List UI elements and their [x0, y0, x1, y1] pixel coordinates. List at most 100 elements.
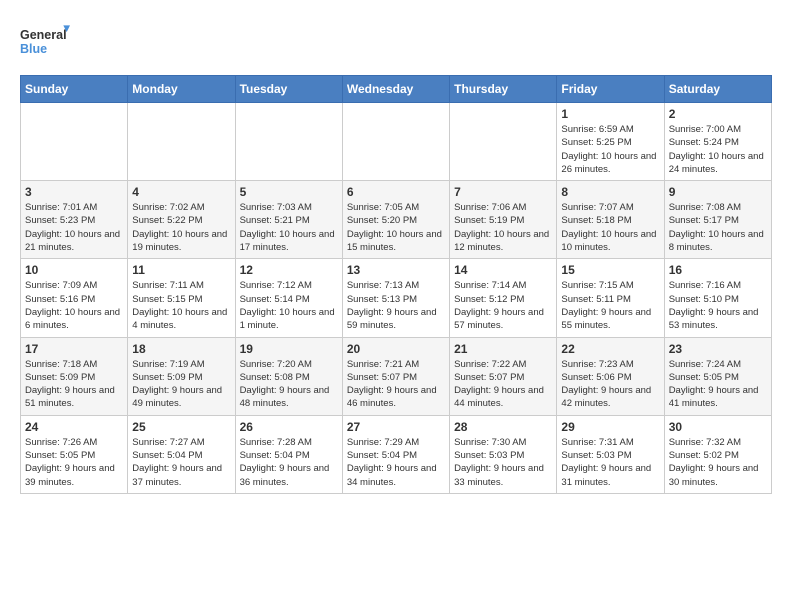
day-info: Sunrise: 7:22 AM Sunset: 5:07 PM Dayligh…	[454, 358, 552, 411]
header-cell-friday: Friday	[557, 76, 664, 103]
day-number: 1	[561, 107, 659, 121]
header-row: SundayMondayTuesdayWednesdayThursdayFrid…	[21, 76, 772, 103]
day-info: Sunrise: 7:21 AM Sunset: 5:07 PM Dayligh…	[347, 358, 445, 411]
day-cell: 8 Sunrise: 7:07 AM Sunset: 5:18 PM Daylig…	[557, 181, 664, 259]
day-number: 23	[669, 342, 767, 356]
day-cell: 25 Sunrise: 7:27 AM Sunset: 5:04 PM Dayli…	[128, 415, 235, 493]
header-cell-wednesday: Wednesday	[342, 76, 449, 103]
day-info: Sunrise: 7:30 AM Sunset: 5:03 PM Dayligh…	[454, 436, 552, 489]
day-cell: 9 Sunrise: 7:08 AM Sunset: 5:17 PM Daylig…	[664, 181, 771, 259]
day-info: Sunrise: 7:27 AM Sunset: 5:04 PM Dayligh…	[132, 436, 230, 489]
header: General Blue	[20, 20, 772, 65]
day-cell: 15 Sunrise: 7:15 AM Sunset: 5:11 PM Dayli…	[557, 259, 664, 337]
calendar-body: 1 Sunrise: 6:59 AM Sunset: 5:25 PM Daylig…	[21, 103, 772, 494]
day-info: Sunrise: 7:12 AM Sunset: 5:14 PM Dayligh…	[240, 279, 338, 332]
day-cell: 6 Sunrise: 7:05 AM Sunset: 5:20 PM Daylig…	[342, 181, 449, 259]
day-number: 25	[132, 420, 230, 434]
day-number: 14	[454, 263, 552, 277]
day-cell: 12Sunrise: 7:12 AM Sunset: 5:14 PM Dayli…	[235, 259, 342, 337]
day-info: Sunrise: 7:24 AM Sunset: 5:05 PM Dayligh…	[669, 358, 767, 411]
day-cell: 16 Sunrise: 7:16 AM Sunset: 5:10 PM Dayli…	[664, 259, 771, 337]
header-cell-thursday: Thursday	[450, 76, 557, 103]
header-cell-monday: Monday	[128, 76, 235, 103]
day-number: 22	[561, 342, 659, 356]
day-number: 2	[669, 107, 767, 121]
day-info: Sunrise: 6:59 AM Sunset: 5:25 PM Dayligh…	[561, 123, 659, 176]
day-info: Sunrise: 7:31 AM Sunset: 5:03 PM Dayligh…	[561, 436, 659, 489]
week-row: 3Sunrise: 7:01 AM Sunset: 5:23 PM Daylig…	[21, 181, 772, 259]
day-cell: 30 Sunrise: 7:32 AM Sunset: 5:02 PM Dayli…	[664, 415, 771, 493]
svg-text:General: General	[20, 28, 67, 42]
logo-svg: General Blue	[20, 20, 70, 65]
day-info: Sunrise: 7:18 AM Sunset: 5:09 PM Dayligh…	[25, 358, 123, 411]
calendar: SundayMondayTuesdayWednesdayThursdayFrid…	[20, 75, 772, 494]
day-number: 30	[669, 420, 767, 434]
day-number: 7	[454, 185, 552, 199]
day-cell: 2 Sunrise: 7:00 AM Sunset: 5:24 PM Daylig…	[664, 103, 771, 181]
calendar-header: SundayMondayTuesdayWednesdayThursdayFrid…	[21, 76, 772, 103]
day-number: 13	[347, 263, 445, 277]
day-cell	[21, 103, 128, 181]
day-cell: 20 Sunrise: 7:21 AM Sunset: 5:07 PM Dayli…	[342, 337, 449, 415]
day-info: Sunrise: 7:26 AM Sunset: 5:05 PM Dayligh…	[25, 436, 123, 489]
day-info: Sunrise: 7:08 AM Sunset: 5:17 PM Dayligh…	[669, 201, 767, 254]
week-row: 1 Sunrise: 6:59 AM Sunset: 5:25 PM Daylig…	[21, 103, 772, 181]
day-number: 29	[561, 420, 659, 434]
day-info: Sunrise: 7:20 AM Sunset: 5:08 PM Dayligh…	[240, 358, 338, 411]
header-cell-tuesday: Tuesday	[235, 76, 342, 103]
day-cell: 14Sunrise: 7:14 AM Sunset: 5:12 PM Dayli…	[450, 259, 557, 337]
day-cell: 4 Sunrise: 7:02 AM Sunset: 5:22 PM Daylig…	[128, 181, 235, 259]
day-number: 3	[25, 185, 123, 199]
day-cell: 24 Sunrise: 7:26 AM Sunset: 5:05 PM Dayli…	[21, 415, 128, 493]
day-info: Sunrise: 7:00 AM Sunset: 5:24 PM Dayligh…	[669, 123, 767, 176]
day-cell	[235, 103, 342, 181]
day-cell: 26 Sunrise: 7:28 AM Sunset: 5:04 PM Dayli…	[235, 415, 342, 493]
day-cell	[342, 103, 449, 181]
week-row: 24 Sunrise: 7:26 AM Sunset: 5:05 PM Dayli…	[21, 415, 772, 493]
day-number: 20	[347, 342, 445, 356]
day-info: Sunrise: 7:05 AM Sunset: 5:20 PM Dayligh…	[347, 201, 445, 254]
header-cell-saturday: Saturday	[664, 76, 771, 103]
day-cell: 29 Sunrise: 7:31 AM Sunset: 5:03 PM Dayli…	[557, 415, 664, 493]
day-number: 16	[669, 263, 767, 277]
svg-text:Blue: Blue	[20, 42, 47, 56]
day-info: Sunrise: 7:09 AM Sunset: 5:16 PM Dayligh…	[25, 279, 123, 332]
day-number: 6	[347, 185, 445, 199]
day-info: Sunrise: 7:28 AM Sunset: 5:04 PM Dayligh…	[240, 436, 338, 489]
day-cell: 11Sunrise: 7:11 AM Sunset: 5:15 PM Dayli…	[128, 259, 235, 337]
day-info: Sunrise: 7:13 AM Sunset: 5:13 PM Dayligh…	[347, 279, 445, 332]
day-info: Sunrise: 7:07 AM Sunset: 5:18 PM Dayligh…	[561, 201, 659, 254]
day-number: 9	[669, 185, 767, 199]
day-cell	[128, 103, 235, 181]
day-number: 8	[561, 185, 659, 199]
day-number: 27	[347, 420, 445, 434]
day-number: 5	[240, 185, 338, 199]
day-number: 19	[240, 342, 338, 356]
day-info: Sunrise: 7:29 AM Sunset: 5:04 PM Dayligh…	[347, 436, 445, 489]
day-number: 21	[454, 342, 552, 356]
day-cell: 7Sunrise: 7:06 AM Sunset: 5:19 PM Daylig…	[450, 181, 557, 259]
day-cell: 21 Sunrise: 7:22 AM Sunset: 5:07 PM Dayli…	[450, 337, 557, 415]
day-cell: 23 Sunrise: 7:24 AM Sunset: 5:05 PM Dayli…	[664, 337, 771, 415]
day-cell: 19 Sunrise: 7:20 AM Sunset: 5:08 PM Dayli…	[235, 337, 342, 415]
week-row: 17 Sunrise: 7:18 AM Sunset: 5:09 PM Dayli…	[21, 337, 772, 415]
logo: General Blue	[20, 20, 70, 65]
day-cell	[450, 103, 557, 181]
day-number: 28	[454, 420, 552, 434]
day-number: 17	[25, 342, 123, 356]
day-info: Sunrise: 7:32 AM Sunset: 5:02 PM Dayligh…	[669, 436, 767, 489]
day-info: Sunrise: 7:15 AM Sunset: 5:11 PM Dayligh…	[561, 279, 659, 332]
day-cell: 10Sunrise: 7:09 AM Sunset: 5:16 PM Dayli…	[21, 259, 128, 337]
day-number: 26	[240, 420, 338, 434]
day-cell: 28 Sunrise: 7:30 AM Sunset: 5:03 PM Dayli…	[450, 415, 557, 493]
day-cell: 1 Sunrise: 6:59 AM Sunset: 5:25 PM Daylig…	[557, 103, 664, 181]
day-info: Sunrise: 7:02 AM Sunset: 5:22 PM Dayligh…	[132, 201, 230, 254]
day-number: 15	[561, 263, 659, 277]
day-number: 11	[132, 263, 230, 277]
day-cell: 27 Sunrise: 7:29 AM Sunset: 5:04 PM Dayli…	[342, 415, 449, 493]
day-cell: 5Sunrise: 7:03 AM Sunset: 5:21 PM Daylig…	[235, 181, 342, 259]
day-number: 24	[25, 420, 123, 434]
day-info: Sunrise: 7:16 AM Sunset: 5:10 PM Dayligh…	[669, 279, 767, 332]
day-number: 4	[132, 185, 230, 199]
day-cell: 18Sunrise: 7:19 AM Sunset: 5:09 PM Dayli…	[128, 337, 235, 415]
